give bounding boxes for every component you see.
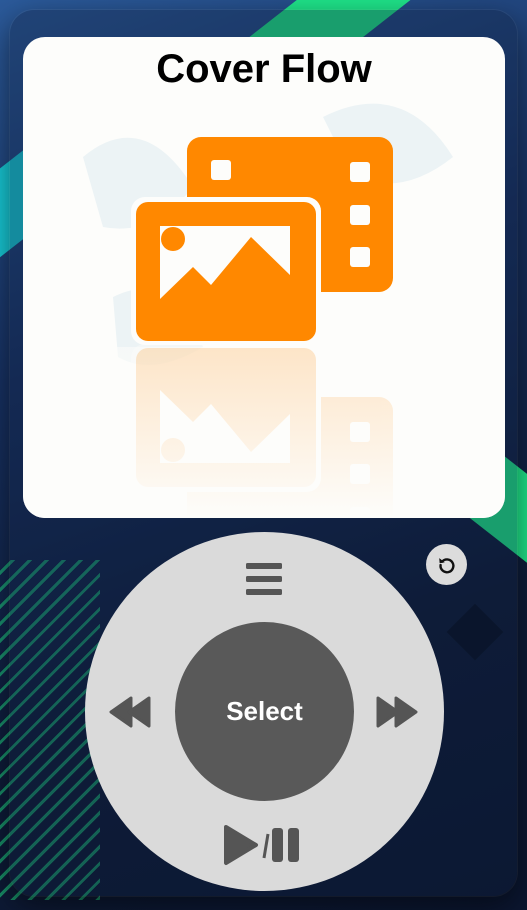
play-pause-button[interactable] <box>220 822 310 868</box>
click-wheel[interactable]: Select <box>85 532 444 891</box>
select-button[interactable]: Select <box>175 622 354 801</box>
menu-button[interactable] <box>244 559 284 599</box>
reset-icon <box>436 554 458 576</box>
previous-button[interactable] <box>107 692 153 732</box>
play-pause-icon <box>224 825 299 865</box>
photos-and-videos-icon <box>23 103 505 518</box>
screen-title: Cover Flow <box>156 47 372 91</box>
fast-forward-icon <box>376 696 418 728</box>
rewind-icon <box>109 696 151 728</box>
menu-icon <box>246 563 282 595</box>
next-button[interactable] <box>374 692 420 732</box>
player-screen: Cover Flow <box>23 37 505 518</box>
reset-button[interactable] <box>426 544 467 585</box>
